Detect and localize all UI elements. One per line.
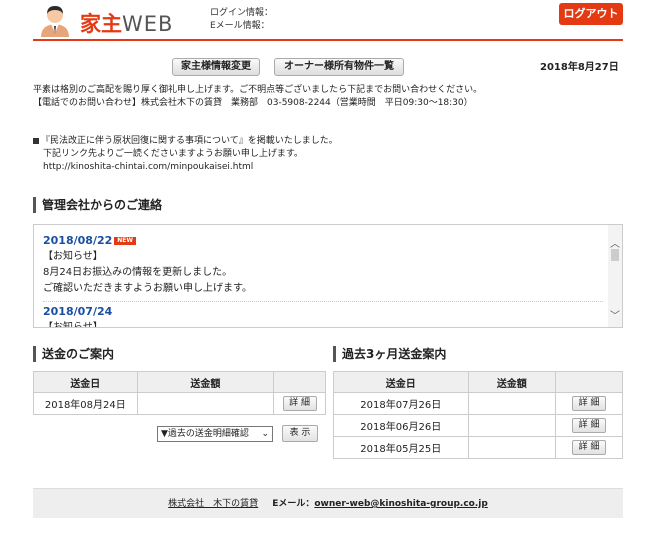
remittance-amount — [136, 392, 275, 415]
column-header-detail — [555, 371, 623, 393]
table-header-row: 送金日 送金額 — [33, 371, 326, 393]
remittance-table: 送金日 送金額 2018年08月24日 詳 細 — [33, 371, 326, 415]
table-row: 2018年05月25日 詳 細 — [333, 436, 623, 459]
news-item-heading: 【お知らせ】 — [43, 251, 103, 262]
past-remittance-table: 送金日 送金額 2018年07月26日 詳 細 2018年06月26日 詳 細 … — [333, 371, 623, 459]
login-info: ログイン情報： Eメール情報： — [210, 7, 273, 33]
past-remittance-select[interactable]: ▼過去の送金明細確認 ⌄ — [157, 426, 273, 442]
table-row: 2018年06月26日 詳 細 — [333, 414, 623, 437]
remittance-date: 2018年08月24日 — [33, 392, 138, 415]
column-header-detail — [273, 371, 326, 393]
footer-company-link[interactable]: 株式会社 木下の賃貸 — [168, 499, 258, 509]
bullet-square-icon — [33, 137, 39, 144]
owner-avatar-icon — [41, 6, 69, 37]
past-remittance-section-title: 過去3ヶ月送金案内 — [333, 346, 446, 362]
news-box[interactable]: 2018/08/22 NEW 【お知らせ】 8月24日お振込みの情報を更新しました… — [33, 224, 623, 328]
chevron-up-icon[interactable]: ︿ — [610, 235, 620, 250]
contact-notice: 平素は格別のご高配を賜り厚く御礼申し上げます。ご不明点等ございましたら下記までお… — [33, 84, 482, 110]
news-divider — [43, 301, 603, 302]
header-divider — [33, 39, 623, 41]
notice-line-2: 【電話でのお問い合わせ】株式会社木下の賃貸 業務部 03-5908-2244（営… — [33, 98, 473, 108]
edit-owner-info-button[interactable]: 家主様情報変更 — [172, 58, 260, 76]
table-row: 2018年07月26日 詳 細 — [333, 392, 623, 415]
new-badge: NEW — [114, 237, 137, 245]
news-item-date: 2018/07/24 — [43, 305, 113, 318]
news-item-heading: 【お知らせ】 — [43, 322, 103, 328]
remittance-date: 2018年07月26日 — [333, 392, 469, 415]
remittance-amount — [467, 436, 557, 459]
news-section-title: 管理会社からのご連絡 — [33, 197, 162, 213]
announcement-line-1: 『民法改正に伴う原状回復に関する事項について』を掲載いたしました。 — [41, 136, 338, 146]
news-list: 2018/08/22 NEW 【お知らせ】 8月24日お振込みの情報を更新しました… — [43, 233, 603, 328]
logo-kanji: 家主 — [80, 12, 122, 36]
announcement-line-2: 下記リンク先よりご一読くださいますようお願い申し上げます。 — [43, 149, 303, 159]
header: 家主WEB ログイン情報： Eメール情報： ログアウト — [0, 0, 672, 40]
remittance-amount — [467, 414, 557, 437]
current-date: 2018年8月27日 — [540, 62, 619, 73]
news-item-body: 8月24日お振込みの情報を更新しました。 — [43, 267, 233, 278]
footer-email-label: Eメール： — [272, 499, 315, 509]
logo-web: WEB — [122, 12, 174, 36]
announcement-link[interactable]: http://kinoshita-chintai.com/minpoukaise… — [33, 161, 338, 174]
notice-line-1: 平素は格別のご高配を賜り厚く御礼申し上げます。ご不明点等ございましたら下記までお… — [33, 85, 483, 95]
chevron-down-icon[interactable]: ﹀ — [610, 307, 620, 322]
table-header-row: 送金日 送金額 — [333, 371, 623, 393]
select-value: ▼過去の送金明細確認 — [161, 429, 249, 439]
property-list-button[interactable]: オーナー様所有物件一覧 — [274, 58, 404, 76]
chevron-down-icon: ⌄ — [261, 429, 269, 439]
news-date-text: 2018/08/22 — [43, 234, 113, 247]
email-info-label: Eメール情報： — [210, 21, 270, 31]
news-item-date: 2018/08/22 NEW — [43, 233, 603, 249]
detail-button[interactable]: 詳 細 — [572, 396, 607, 411]
site-logo[interactable]: 家主WEB — [80, 8, 173, 38]
news-item-body: ご確認いただきますようお願い申し上げます。 — [43, 283, 252, 294]
column-header-amount: 送金額 — [467, 371, 557, 393]
column-header-date: 送金日 — [333, 371, 469, 393]
footer: 株式会社 木下の賃貸 Eメール：owner-web@kinoshita-group… — [33, 488, 623, 518]
footer-email-link[interactable]: owner-web@kinoshita-group.co.jp — [314, 499, 487, 509]
table-row: 2018年08月24日 詳 細 — [33, 392, 326, 415]
remittance-date: 2018年06月26日 — [333, 414, 469, 437]
column-header-date: 送金日 — [33, 371, 138, 393]
show-button[interactable]: 表 示 — [282, 425, 318, 442]
detail-button[interactable]: 詳 細 — [572, 418, 607, 433]
announcement: 『民法改正に伴う原状回復に関する事項について』を掲載いたしました。 下記リンク先… — [33, 135, 338, 174]
remittance-amount — [467, 392, 557, 415]
news-scrollbar[interactable]: ︿ ﹀ — [608, 225, 622, 327]
logout-button[interactable]: ログアウト — [559, 3, 623, 25]
scroll-thumb[interactable] — [611, 249, 619, 261]
remittance-section-title: 送金のご案内 — [33, 346, 114, 362]
column-header-amount: 送金額 — [136, 371, 275, 393]
detail-button[interactable]: 詳 細 — [282, 396, 317, 411]
detail-button[interactable]: 詳 細 — [572, 440, 607, 455]
login-info-label: ログイン情報： — [210, 8, 274, 18]
remittance-date: 2018年05月25日 — [333, 436, 469, 459]
